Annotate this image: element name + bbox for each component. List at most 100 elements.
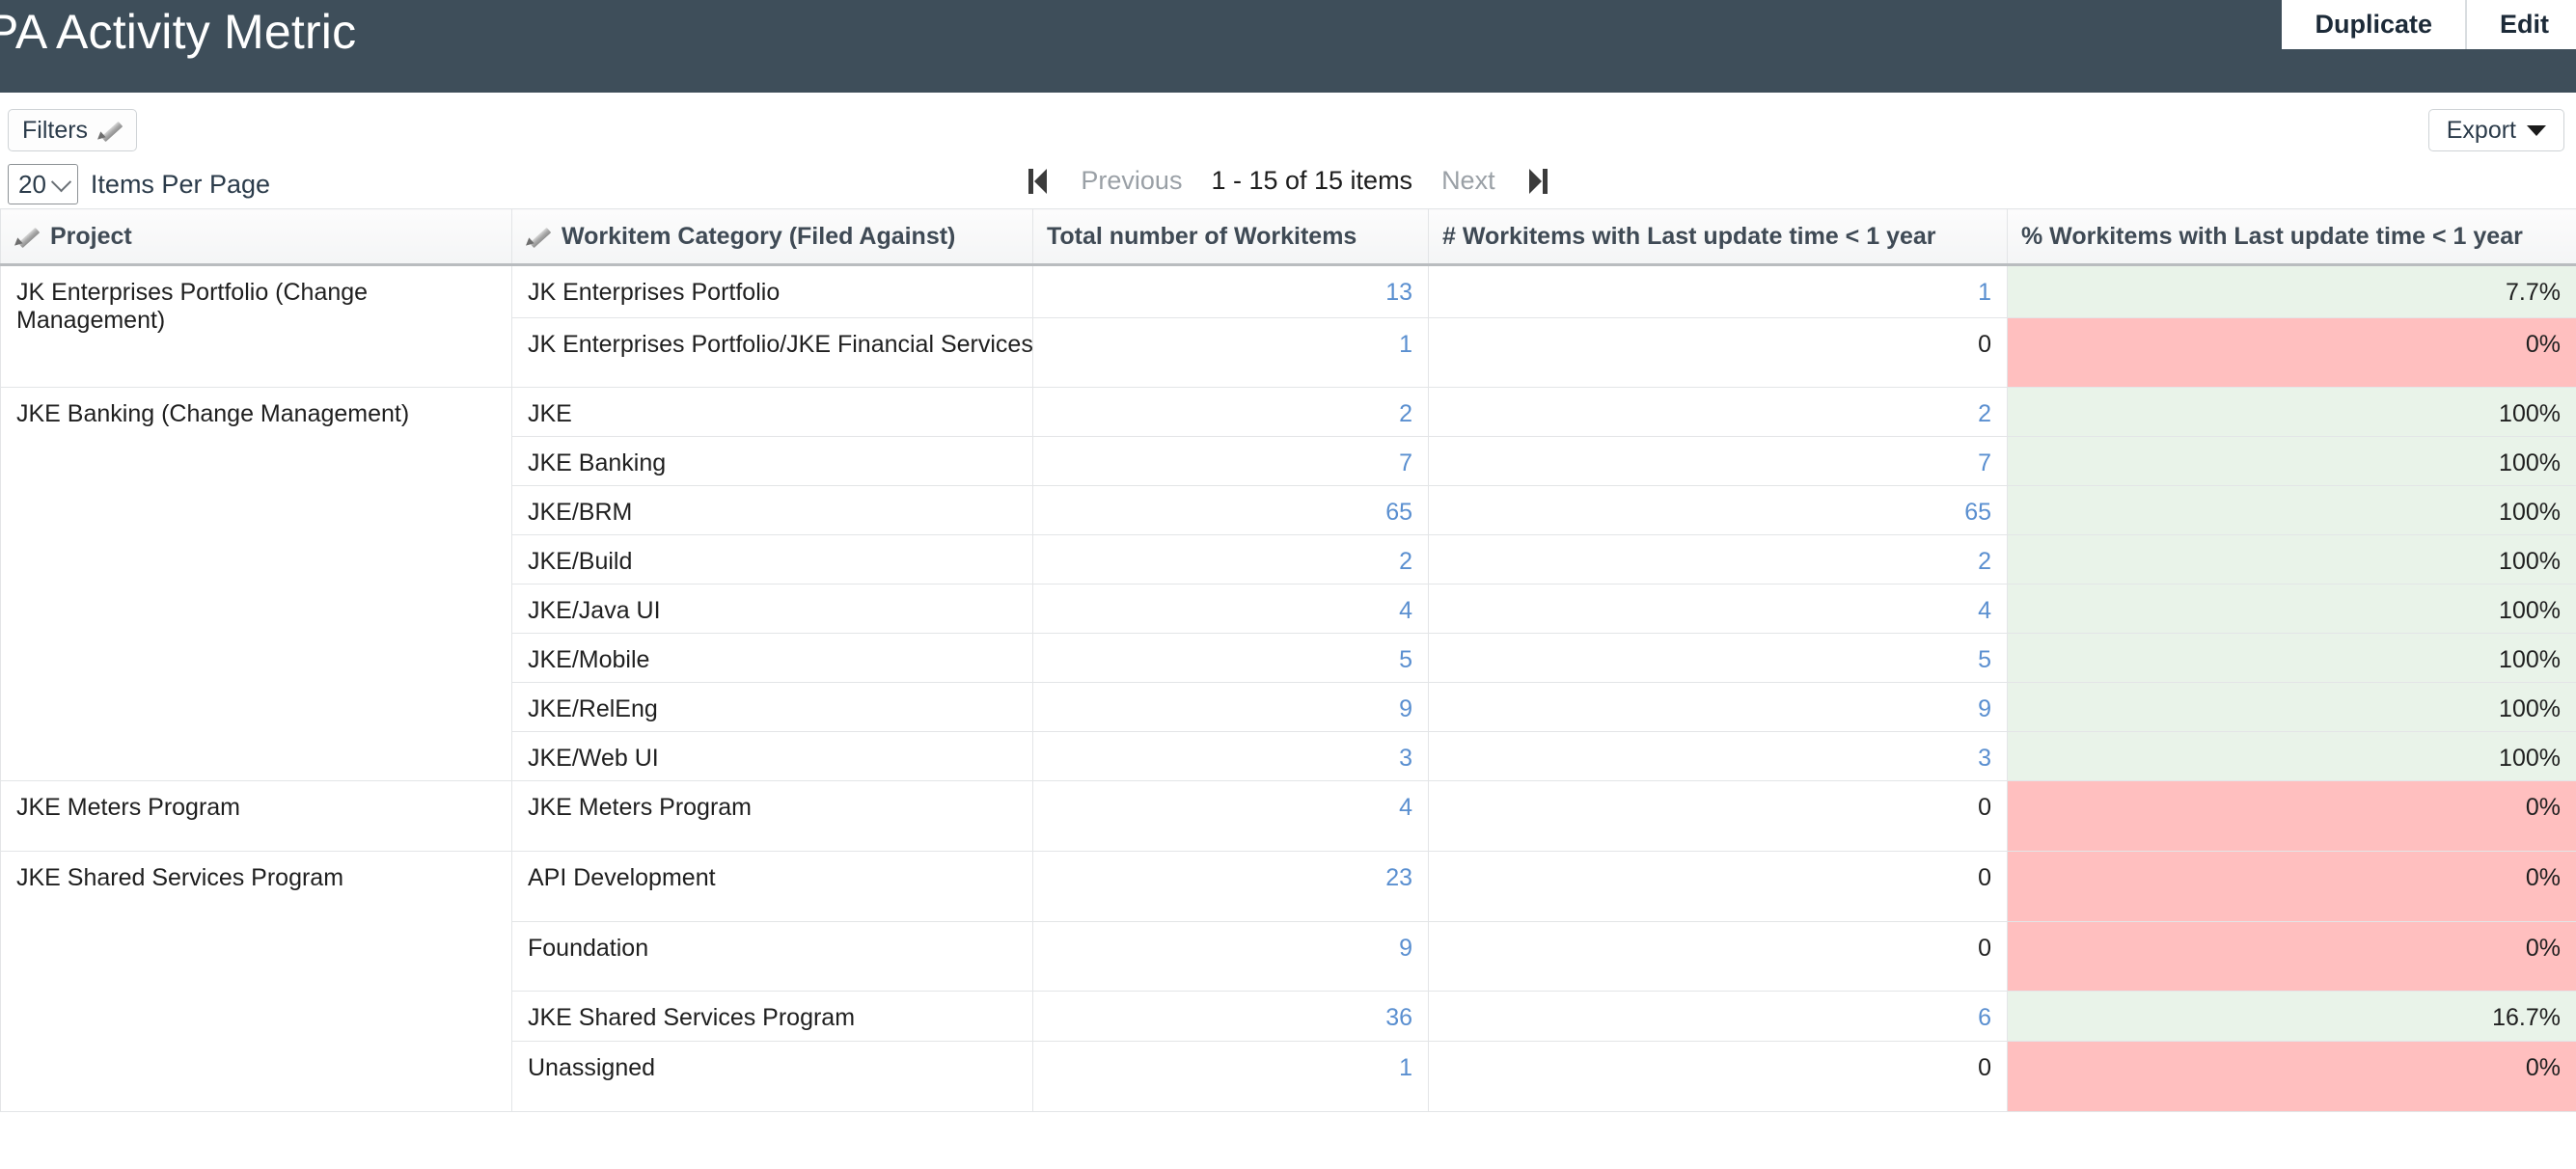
cell-workitem-category: JKE Meters Program xyxy=(511,780,1033,852)
cell-workitem-category: JK Enterprises Portfolio/JKE Financial S… xyxy=(511,317,1033,388)
pencil-icon xyxy=(14,224,40,249)
workitem-count-link[interactable]: 2 xyxy=(1399,400,1412,427)
table-row: JKE Meters Program JKE Meters Program 4 0 0% xyxy=(0,780,2576,852)
workitem-count-link[interactable]: 3 xyxy=(1978,745,1991,772)
cell-total-workitems[interactable]: 36 xyxy=(1032,991,1429,1042)
cell-workitem-category: JKE/RelEng xyxy=(511,682,1033,732)
cell-total-workitems[interactable]: 1 xyxy=(1032,1041,1429,1112)
cell-recent-percent: 100% xyxy=(2007,633,2576,683)
workitem-count-link[interactable]: 13 xyxy=(1385,279,1412,306)
cell-total-workitems[interactable]: 9 xyxy=(1032,682,1429,732)
cell-recent-workitems[interactable]: 1 xyxy=(1428,264,2008,318)
workitem-count-link[interactable]: 4 xyxy=(1978,597,1991,624)
cell-project: JKE Meters Program xyxy=(0,780,512,852)
page-title: PA Activity Metric xyxy=(0,5,357,59)
table-row: JK Enterprises Portfolio (Change Managem… xyxy=(0,264,2576,388)
cell-recent-workitems[interactable]: 2 xyxy=(1428,534,2008,584)
workitem-count-link[interactable]: 9 xyxy=(1978,695,1991,722)
cell-recent-workitems[interactable]: 4 xyxy=(1428,584,2008,634)
cell-recent-workitems[interactable]: 5 xyxy=(1428,633,2008,683)
table-header: Project Workitem Category (Filed Against… xyxy=(0,208,2576,266)
first-page-icon[interactable] xyxy=(1028,167,1052,196)
cell-total-workitems[interactable]: 3 xyxy=(1032,731,1429,781)
column-header-label: Workitem Category (Filed Against) xyxy=(562,222,956,250)
cell-total-workitems[interactable]: 23 xyxy=(1032,851,1429,922)
workitem-count-value: 0 xyxy=(1978,935,1991,962)
cell-recent-percent: 100% xyxy=(2007,731,2576,781)
workitem-count-value: 0 xyxy=(1978,864,1991,891)
workitem-count-link[interactable]: 9 xyxy=(1399,935,1412,962)
cell-recent-percent: 0% xyxy=(2007,851,2576,922)
workitem-count-link[interactable]: 36 xyxy=(1385,1004,1412,1031)
cell-recent-workitems: 0 xyxy=(1428,851,2008,922)
workitem-count-link[interactable]: 23 xyxy=(1385,864,1412,891)
workitem-count-value: 0 xyxy=(1978,794,1991,821)
workitem-count-link[interactable]: 6 xyxy=(1978,1004,1991,1031)
workitem-count-link[interactable]: 7 xyxy=(1399,449,1412,476)
cell-total-workitems[interactable]: 2 xyxy=(1032,534,1429,584)
cell-recent-workitems[interactable]: 3 xyxy=(1428,731,2008,781)
workitem-count-link[interactable]: 65 xyxy=(1385,499,1412,526)
next-page-link[interactable]: Next xyxy=(1441,166,1495,196)
cell-total-workitems[interactable]: 4 xyxy=(1032,584,1429,634)
cell-workitem-category: JKE/Build xyxy=(511,534,1033,584)
table-row: JKE Shared Services Program API Developme… xyxy=(0,851,2576,1112)
workitem-count-link[interactable]: 2 xyxy=(1978,548,1991,575)
column-header-workitem-category[interactable]: Workitem Category (Filed Against) xyxy=(511,208,1033,266)
cell-total-workitems[interactable]: 1 xyxy=(1032,317,1429,388)
previous-page-link[interactable]: Previous xyxy=(1081,166,1182,196)
workitem-count-link[interactable]: 4 xyxy=(1399,597,1412,624)
workitem-count-link[interactable]: 2 xyxy=(1399,548,1412,575)
table-header-row: Project Workitem Category (Filed Against… xyxy=(0,208,2576,266)
pagination: Previous 1 - 15 of 15 items Next xyxy=(0,166,2576,196)
workitem-count-value: 0 xyxy=(1978,1054,1991,1081)
cell-total-workitems[interactable]: 4 xyxy=(1032,780,1429,852)
cell-recent-workitems: 0 xyxy=(1428,780,2008,852)
cell-recent-workitems[interactable]: 7 xyxy=(1428,436,2008,486)
cell-project: JKE Banking (Change Management) xyxy=(0,387,512,781)
edit-button[interactable]: Edit xyxy=(2467,0,2576,49)
workitem-count-link[interactable]: 1 xyxy=(1978,279,1991,306)
cell-recent-workitems[interactable]: 9 xyxy=(1428,682,2008,732)
cell-total-workitems[interactable]: 9 xyxy=(1032,921,1429,992)
cell-workitem-category: JKE/Web UI xyxy=(511,731,1033,781)
cell-recent-workitems: 0 xyxy=(1428,1041,2008,1112)
workitem-count-link[interactable]: 2 xyxy=(1978,400,1991,427)
cell-workitem-category: JKE/Java UI xyxy=(511,584,1033,634)
cell-recent-percent: 100% xyxy=(2007,682,2576,732)
column-header-recent-percent[interactable]: % Workitems with Last update time < 1 ye… xyxy=(2007,208,2576,266)
column-header-project[interactable]: Project xyxy=(0,208,512,266)
workitem-count-link[interactable]: 9 xyxy=(1399,695,1412,722)
workitem-count-link[interactable]: 65 xyxy=(1964,499,1991,526)
cell-recent-percent: 100% xyxy=(2007,485,2576,535)
metrics-table: Project Workitem Category (Filed Against… xyxy=(0,208,2576,1112)
cell-recent-percent: 100% xyxy=(2007,387,2576,437)
cell-project: JKE Shared Services Program xyxy=(0,851,512,1112)
toolbar: Filters 20 Items Per Page Previous 1 - 1… xyxy=(0,93,2576,208)
workitem-count-link[interactable]: 1 xyxy=(1399,331,1412,358)
column-header-label: Total number of Workitems xyxy=(1047,222,1357,250)
cell-total-workitems[interactable]: 7 xyxy=(1032,436,1429,486)
cell-recent-workitems: 0 xyxy=(1428,317,2008,388)
cell-total-workitems[interactable]: 13 xyxy=(1032,264,1429,318)
cell-recent-workitems[interactable]: 65 xyxy=(1428,485,2008,535)
workitem-count-link[interactable]: 5 xyxy=(1978,646,1991,673)
workitem-count-link[interactable]: 5 xyxy=(1399,646,1412,673)
filters-button[interactable]: Filters xyxy=(8,109,138,151)
column-header-recent-workitems[interactable]: # Workitems with Last update time < 1 ye… xyxy=(1428,208,2008,266)
last-page-icon[interactable] xyxy=(1524,167,1548,196)
cell-total-workitems[interactable]: 5 xyxy=(1032,633,1429,683)
workitem-count-link[interactable]: 7 xyxy=(1978,449,1991,476)
export-button[interactable]: Export xyxy=(2427,109,2564,151)
cell-recent-workitems[interactable]: 6 xyxy=(1428,991,2008,1042)
workitem-count-link[interactable]: 3 xyxy=(1399,745,1412,772)
duplicate-button[interactable]: Duplicate xyxy=(2282,0,2467,49)
cell-recent-workitems[interactable]: 2 xyxy=(1428,387,2008,437)
workitem-count-link[interactable]: 4 xyxy=(1399,794,1412,821)
column-header-label: # Workitems with Last update time < 1 ye… xyxy=(1442,222,1936,250)
cell-workitem-category: JKE xyxy=(511,387,1033,437)
workitem-count-link[interactable]: 1 xyxy=(1399,1054,1412,1081)
column-header-total-workitems[interactable]: Total number of Workitems xyxy=(1032,208,1429,266)
cell-total-workitems[interactable]: 2 xyxy=(1032,387,1429,437)
cell-total-workitems[interactable]: 65 xyxy=(1032,485,1429,535)
